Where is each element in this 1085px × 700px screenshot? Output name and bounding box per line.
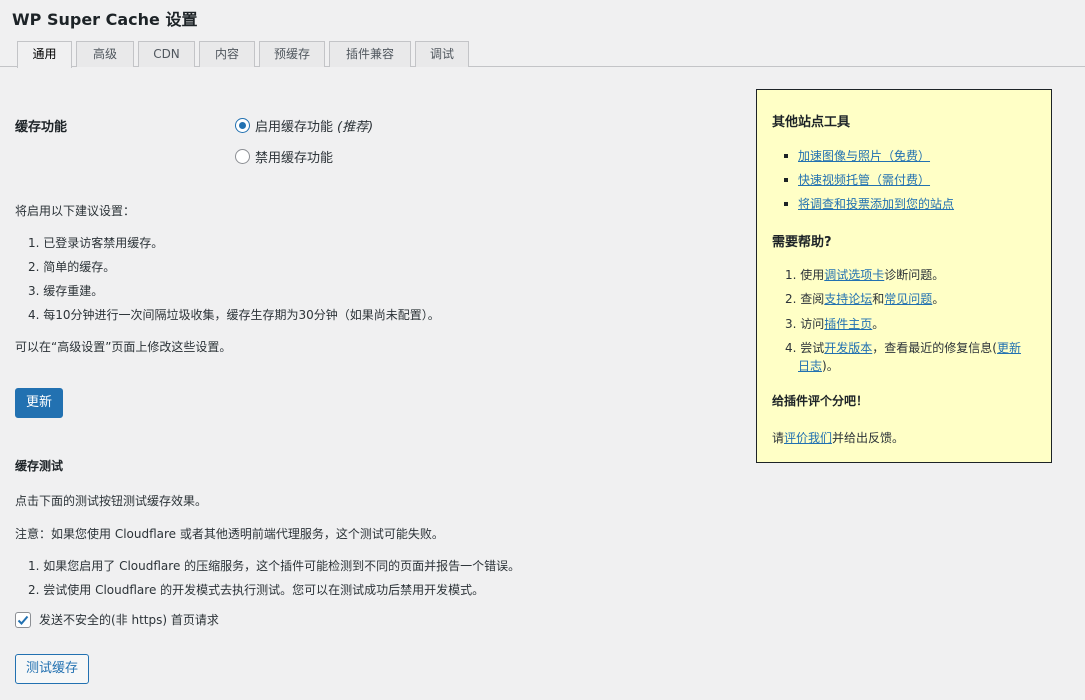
- non-https-label: 发送不安全的(非 https) 首页请求: [39, 613, 219, 627]
- bullet-icon: [784, 154, 788, 158]
- tool-link-video[interactable]: 快速视频托管（需付费）: [798, 171, 930, 188]
- other-tools-box: 其他站点工具 加速图像与照片（免费） 快速视频托管（需付费） 将调查和投票添加到…: [756, 89, 1052, 463]
- tab-advanced[interactable]: 高级: [76, 41, 134, 67]
- update-button[interactable]: 更新: [15, 388, 63, 418]
- changelog-link-part1[interactable]: 更新: [997, 341, 1021, 355]
- help-item-4-cont: 日志)。: [798, 359, 839, 373]
- cache-test-heading: 缓存测试: [15, 459, 64, 473]
- recommended-item: 3. 缓存重建。: [28, 284, 104, 298]
- caching-off-label: 禁用缓存功能: [255, 151, 334, 166]
- help-item-1: 1. 使用调试选项卡诊断问题。: [785, 268, 945, 282]
- tab-plugins[interactable]: 插件兼容: [329, 41, 411, 67]
- bullet-icon: [784, 202, 788, 206]
- recommended-intro: 将启用以下建议设置：: [15, 204, 136, 218]
- dev-version-link[interactable]: 开发版本: [824, 341, 872, 355]
- non-https-option[interactable]: 发送不安全的(非 https) 首页请求: [15, 611, 219, 628]
- tools-heading: 其他站点工具: [772, 115, 851, 130]
- tool-link-images[interactable]: 加速图像与照片（免费）: [798, 147, 930, 164]
- page-title: WP Super Cache 设置: [12, 10, 198, 29]
- recommended-note-text: 可以在“高级设置”页面上修改这些设置。: [15, 340, 232, 354]
- rate-line: 请评价我们并给出反馈。: [772, 431, 905, 445]
- tab-preload[interactable]: 预缓存: [259, 41, 325, 67]
- cache-test-warning: 注意：如果您使用 Cloudflare 或者其他透明前端代理服务，这个测试可能失…: [15, 527, 444, 541]
- help-item-3: 3. 访问插件主页。: [785, 317, 885, 331]
- tab-general[interactable]: 通用: [17, 41, 72, 68]
- rate-us-link[interactable]: 评价我们: [784, 431, 832, 445]
- changelog-link-part2[interactable]: 日志: [798, 359, 822, 373]
- checkmark-icon: [17, 615, 29, 625]
- bullet-icon: [784, 178, 788, 182]
- tool-link-polls[interactable]: 将调查和投票添加到您的站点: [798, 195, 954, 212]
- caching-on-radio[interactable]: [235, 118, 250, 133]
- recommended-item: 2. 简单的缓存。: [28, 260, 116, 274]
- caching-on-label: 启用缓存功能: [255, 120, 334, 135]
- recommended-item: 4. 每10分钟进行一次间隔垃圾收集，缓存生存期为30分钟（如果尚未配置）。: [28, 308, 440, 322]
- rate-heading: 给插件评个分吧！: [772, 394, 869, 408]
- caching-on-option[interactable]: 启用缓存功能 (推荐): [235, 116, 373, 135]
- cache-test-item: 1. 如果您启用了 Cloudflare 的压缩服务，这个插件可能检测到不同的页…: [28, 559, 521, 573]
- test-cache-button[interactable]: 测试缓存: [15, 654, 89, 684]
- debug-tab-link[interactable]: 调试选项卡: [824, 268, 884, 282]
- help-item-4: 4. 尝试开发版本，查看最近的修复信息(更新: [785, 341, 1021, 355]
- tab-debug[interactable]: 调试: [415, 41, 469, 67]
- tab-contents[interactable]: 内容: [199, 41, 255, 67]
- settings-page: WP Super Cache 设置 通用 高级 CDN 内容 预缓存 插件兼容 …: [0, 0, 1085, 700]
- plugin-homepage-link[interactable]: 插件主页: [824, 317, 872, 331]
- cache-test-item: 2. 尝试使用 Cloudflare 的开发模式去执行测试。您可以在测试成功后禁…: [28, 583, 485, 597]
- faq-link[interactable]: 常见问题: [884, 292, 932, 306]
- cache-test-desc: 点击下面的测试按钮测试缓存效果。: [15, 494, 208, 508]
- recommended-note: (推荐): [337, 120, 374, 135]
- tab-cdn[interactable]: CDN: [138, 41, 195, 67]
- support-forum-link[interactable]: 支持论坛: [824, 292, 872, 306]
- tab-bar: 通用 高级 CDN 内容 预缓存 插件兼容 调试: [0, 41, 1085, 68]
- caching-label: 缓存功能: [15, 120, 68, 135]
- help-heading: 需要帮助?: [772, 235, 832, 250]
- non-https-checkbox[interactable]: [15, 611, 31, 628]
- help-item-2: 2. 查阅支持论坛和常见问题。: [785, 292, 945, 306]
- recommended-item: 1. 已登录访客禁用缓存。: [28, 236, 164, 250]
- caching-off-option[interactable]: 禁用缓存功能: [235, 147, 333, 166]
- caching-off-radio[interactable]: [235, 149, 250, 164]
